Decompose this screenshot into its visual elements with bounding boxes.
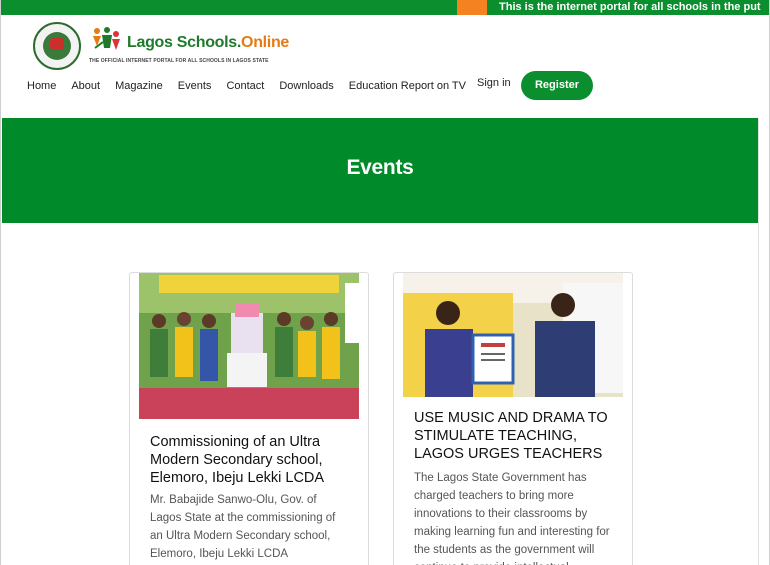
- event-card[interactable]: Commissioning of an Ultra Modern Seconda…: [129, 272, 369, 565]
- brand-tagline: THE OFFICIAL INTERNET PORTAL FOR ALL SCH…: [89, 58, 269, 64]
- ticker-marker: [457, 0, 487, 15]
- event-photo[interactable]: [139, 273, 359, 419]
- brand-people-icon: [93, 27, 120, 50]
- page-hero: Events: [2, 118, 758, 223]
- register-button[interactable]: Register: [521, 71, 593, 100]
- nav-downloads[interactable]: Downloads: [279, 80, 333, 92]
- sign-in-link[interactable]: Sign in: [477, 77, 511, 89]
- event-card[interactable]: Use Music and Drama to stimulate teachin…: [393, 272, 633, 565]
- main-navigation: Home About Magazine Events Contact Downl…: [27, 76, 481, 96]
- ticker-text: This is the internet portal for all scho…: [499, 1, 761, 13]
- nav-events[interactable]: Events: [178, 80, 212, 92]
- nav-magazine[interactable]: Magazine: [115, 80, 163, 92]
- nav-education-report-on-tv[interactable]: Education Report on TV: [349, 80, 466, 92]
- event-excerpt: Mr. Babajide Sanwo-Olu, Gov. of Lagos St…: [150, 494, 336, 560]
- nav-about[interactable]: About: [71, 80, 100, 92]
- event-title[interactable]: Use Music and Drama to stimulate teachin…: [414, 409, 624, 463]
- brand-name-accent: Online: [241, 34, 290, 51]
- site-logo-link[interactable]: Lagos Schools.Online THE OFFICIAL INTERN…: [33, 22, 293, 70]
- event-excerpt: The Lagos State Government has charged t…: [414, 472, 610, 565]
- brand-name: Lagos Schools.Online: [127, 34, 289, 52]
- page: This is the internet portal for all scho…: [0, 0, 770, 565]
- page-right-edge: [758, 118, 769, 565]
- brand-name-main: Lagos Schools.: [127, 34, 242, 51]
- announcement-bar: This is the internet portal for all scho…: [1, 0, 769, 15]
- nav-home[interactable]: Home: [27, 80, 56, 92]
- page-title: Events: [346, 156, 414, 179]
- nav-contact[interactable]: Contact: [226, 80, 264, 92]
- event-title[interactable]: Commissioning of an Ultra Modern Seconda…: [150, 433, 360, 487]
- event-photo[interactable]: [403, 273, 623, 397]
- lagos-state-crest-icon: [33, 22, 81, 70]
